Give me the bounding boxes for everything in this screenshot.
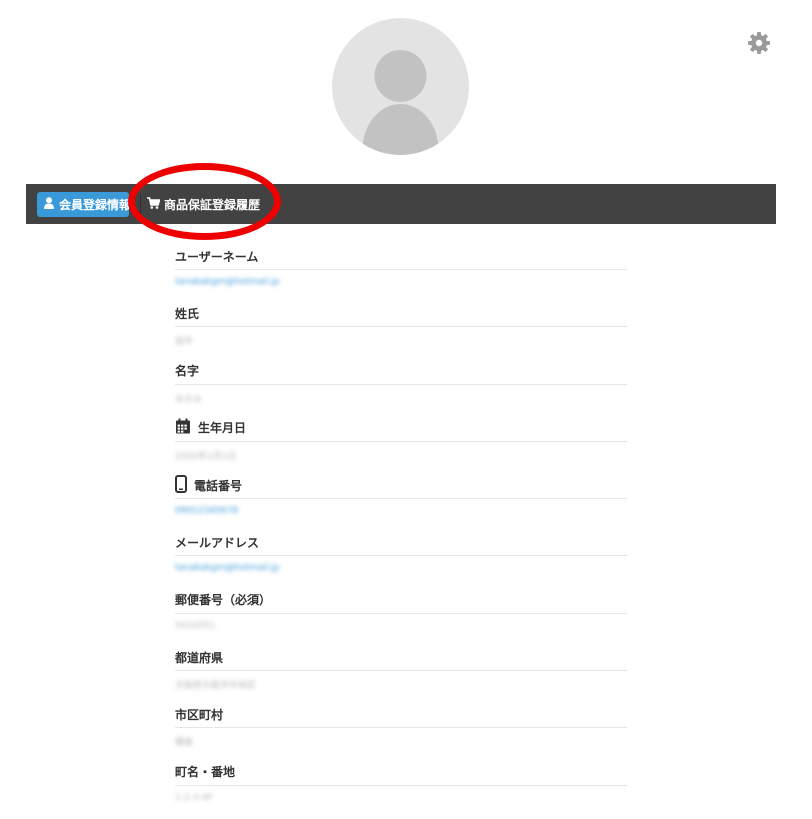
field-divider <box>175 727 627 729</box>
field-row: 郵便番号（必須） 5410051 <box>175 585 627 642</box>
field-row: ユーザーネーム tanakakgm@hotmail.jp <box>175 241 627 298</box>
field-row: 町名・番地 1-2-3-4F <box>175 757 627 814</box>
field-label-text: 町名・番地 <box>175 765 236 780</box>
field-value: 備後 <box>175 738 194 749</box>
field-label: ユーザーネーム <box>175 247 258 265</box>
field-divider <box>175 670 627 672</box>
field-divider <box>175 498 627 500</box>
field-row: メールアドレス tanakakgm@hotmail.jp <box>175 527 627 584</box>
field-value[interactable]: 09012345678 <box>175 506 238 516</box>
avatar <box>332 18 469 155</box>
field-label-text: 市区町村 <box>175 707 224 722</box>
field-label: 郵便番号（必須） <box>175 591 271 609</box>
field-row: 姓氏 田中 <box>175 298 627 355</box>
tab-member-label: 会員登録情報 <box>59 198 129 212</box>
field-label-text: 電話番号 <box>194 478 243 493</box>
field-value: 1-2-3-4F <box>175 792 213 803</box>
settings-gear-icon[interactable] <box>747 31 771 55</box>
field-label-text: 名字 <box>175 364 200 379</box>
field-label: 町名・番地 <box>175 763 235 781</box>
field-divider <box>175 269 627 270</box>
field-divider <box>175 440 627 442</box>
phone-icon <box>175 474 187 496</box>
calendar-icon <box>175 418 191 437</box>
field-row: 名字 ゆきみ <box>175 356 627 413</box>
field-label: メールアドレス <box>175 533 259 551</box>
field-label: 名字 <box>175 362 199 380</box>
field-label: 電話番号 <box>175 474 243 496</box>
field-divider <box>175 784 627 786</box>
field-value[interactable]: tanakakgm@hotmail.jp <box>175 563 280 573</box>
annotation-highlight-circle <box>128 163 281 240</box>
member-info-fields: ユーザーネーム tanakakgm@hotmail.jp 姓氏田中名字ゆきみ生年月日… <box>175 241 627 814</box>
field-label-text: 郵便番号（必須） <box>175 593 272 608</box>
field-label-text: 都道府県 <box>175 650 224 665</box>
field-label-text: ユーザーネーム <box>175 249 259 264</box>
user-icon <box>44 197 54 212</box>
field-row: 生年月日 2000年1月1日 <box>175 413 627 470</box>
tab-member-info[interactable]: 会員登録情報 <box>37 192 129 217</box>
field-label-text: 姓氏 <box>175 306 200 321</box>
field-row: 市区町村 備後 <box>175 699 627 756</box>
field-label: 都道府県 <box>175 648 223 666</box>
field-label: 生年月日 <box>175 418 247 437</box>
field-label: 姓氏 <box>175 304 199 322</box>
field-value: 田中 <box>175 337 194 348</box>
field-value: 大阪府大阪市中央区 <box>175 681 257 692</box>
field-label-text: メールアドレス <box>175 535 260 550</box>
field-value: 2000年1月1日 <box>175 451 237 462</box>
field-value: ゆきみ <box>175 394 203 405</box>
field-row: 電話番号 09012345678 <box>175 470 627 527</box>
field-label: 市区町村 <box>175 705 223 723</box>
field-divider <box>175 555 627 557</box>
field-row: 都道府県大阪府大阪市中央区 <box>175 642 627 699</box>
field-divider <box>175 326 627 328</box>
field-value[interactable]: tanakakgm@hotmail.jp <box>175 277 280 287</box>
field-divider <box>175 612 627 614</box>
field-value: 5410051 <box>175 620 216 631</box>
field-divider <box>175 383 627 385</box>
field-label-text: 生年月日 <box>198 421 247 436</box>
